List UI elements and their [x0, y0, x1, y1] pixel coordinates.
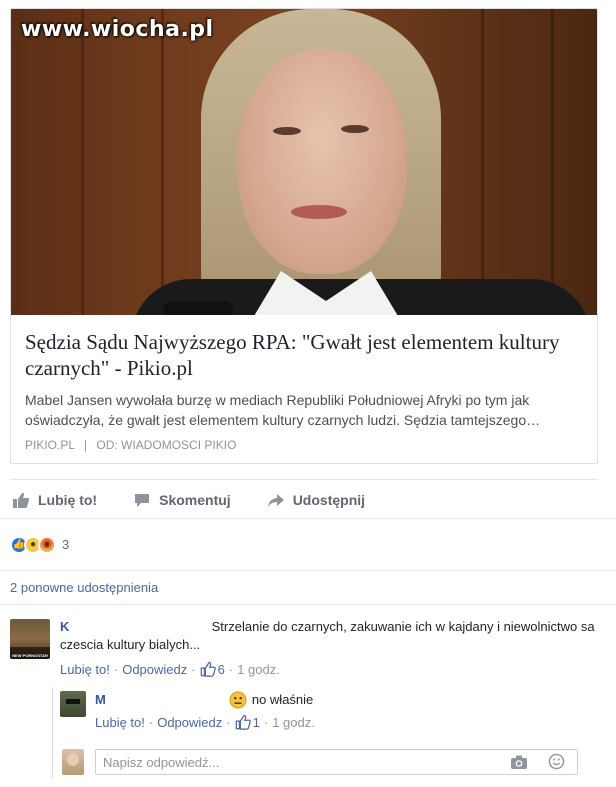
shares-row: 2 ponowne udostępnienia — [0, 570, 616, 604]
comment-button-label: Skomentuj — [159, 491, 231, 508]
thumbs-up-outline-icon — [235, 714, 251, 730]
reactions-summary[interactable]: 👍 ● ◉ 3 — [0, 518, 616, 570]
comment-like-number: 6 — [217, 661, 225, 677]
thumbs-up-icon — [13, 492, 30, 508]
comments-section: NEW PORNOSTAR K Strzelanie do czarnych, … — [0, 604, 616, 787]
comment: K Strzelanie do czarnych, zakuwanie ich … — [60, 618, 605, 677]
avatar[interactable]: NEW PORNOSTAR — [10, 619, 50, 659]
share-button-label: Udostępnij — [292, 491, 366, 508]
post-action-bar: Lubię to! Skomentuj Udostępnij — [10, 479, 598, 519]
source-separator: | — [83, 438, 88, 452]
site-watermark: www.wiocha.pl — [21, 17, 214, 42]
reply-box[interactable] — [95, 749, 578, 775]
source-domain: PIKIO.PL — [25, 438, 75, 452]
reply-meta: Lubię to! · Odpowiedz · 1 · 1 godz. — [95, 714, 315, 730]
angry-icon: ◉ — [38, 535, 56, 554]
reply-like-number: 1 — [252, 714, 260, 730]
reply-like-count[interactable]: 1 — [235, 714, 260, 730]
link-preview-card[interactable]: www.wiocha.pl Sędzia Sądu Najwyższego RP… — [10, 8, 598, 464]
share-button[interactable]: Udostępnij — [267, 491, 365, 509]
comment-icon — [135, 493, 150, 507]
reactions-count[interactable]: 3 — [62, 537, 69, 552]
like-button-label: Lubię to! — [38, 491, 98, 508]
neutral-face-icon — [229, 691, 247, 709]
comment-text: Strzelanie do czarnych, zakuwanie ich w … — [60, 619, 595, 652]
article-title[interactable]: Sędzia Sądu Najwyższego RPA: "Gwałt jest… — [25, 329, 583, 381]
current-user-avatar[interactable] — [62, 749, 84, 775]
like-button[interactable]: Lubię to! — [12, 491, 97, 509]
article-source: PIKIO.PL | OD: WIADOMOSCI PIKIO — [25, 438, 583, 452]
comment-like-count[interactable]: 6 — [200, 661, 225, 677]
avatar-caption: NEW PORNOSTAR — [12, 653, 48, 658]
thumbs-up-outline-icon — [200, 661, 216, 677]
share-arrow-icon — [267, 493, 284, 507]
reply-text: no właśnie — [251, 692, 314, 707]
comment-author[interactable]: K — [60, 619, 69, 634]
avatar[interactable] — [60, 691, 86, 717]
article-photo[interactable]: www.wiocha.pl — [11, 9, 597, 315]
emoji-icon[interactable] — [548, 753, 565, 770]
comment-reply-link[interactable]: Odpowiedz — [122, 662, 187, 677]
comment-time[interactable]: 1 godz. — [237, 662, 280, 677]
reply-input[interactable] — [103, 754, 493, 770]
comment-button[interactable]: Skomentuj — [133, 491, 231, 509]
reply-comment: M no właśnie Lubię to! · Odpowiedz · 1 ·… — [95, 691, 595, 730]
reply-reply-link[interactable]: Odpowiedz — [157, 715, 222, 730]
reply-time[interactable]: 1 godz. — [272, 715, 315, 730]
reply-thread-line — [52, 687, 53, 779]
article-description: Mabel Jansen wywołała burzę w mediach Re… — [25, 392, 541, 428]
reply-author[interactable]: M — [95, 691, 106, 709]
shares-link[interactable]: 2 ponowne udostępnienia — [10, 580, 158, 595]
comment-like-link[interactable]: Lubię to! — [60, 662, 110, 677]
source-via: OD: WIADOMOSCI PIKIO — [96, 438, 237, 452]
camera-icon[interactable] — [510, 754, 528, 770]
reply-like-link[interactable]: Lubię to! — [95, 715, 145, 730]
comment-meta: Lubię to! · Odpowiedz · 6 · 1 godz. — [60, 661, 280, 677]
